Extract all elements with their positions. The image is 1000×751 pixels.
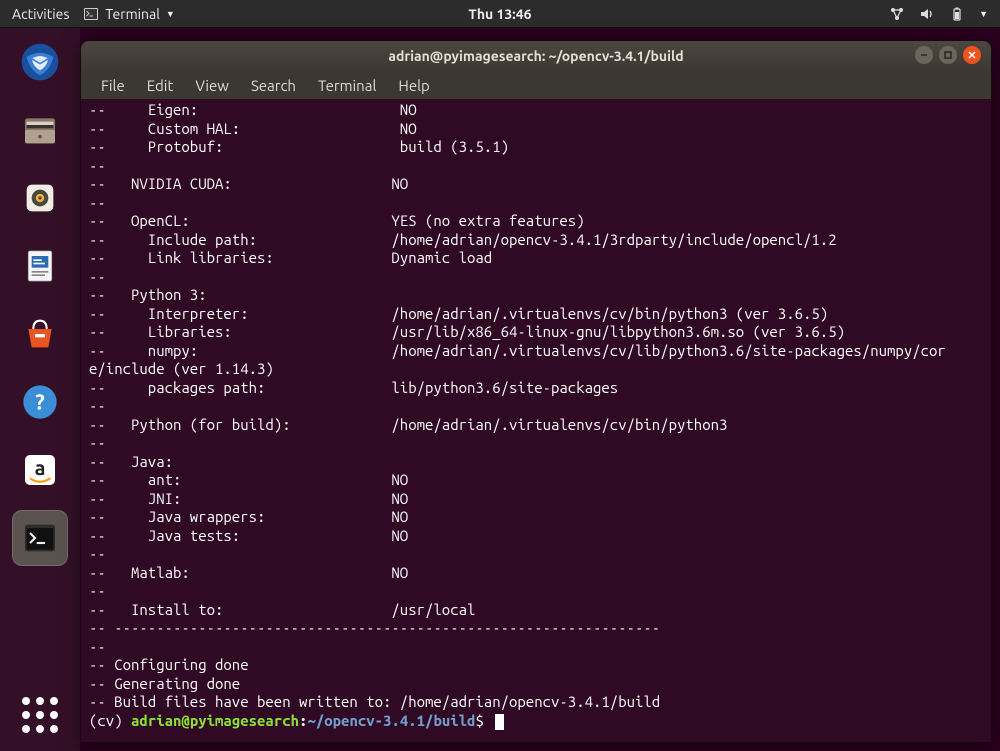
window-titlebar[interactable]: adrian@pyimagesearch: ~/opencv-3.4.1/bui… — [81, 41, 991, 71]
terminal-line: -- — [89, 157, 983, 176]
launcher-dock: ? a — [0, 28, 80, 751]
terminal-window: adrian@pyimagesearch: ~/opencv-3.4.1/bui… — [80, 40, 992, 743]
menu-file[interactable]: File — [93, 75, 133, 96]
terminal-line: -- — [89, 268, 983, 287]
window-title: adrian@pyimagesearch: ~/opencv-3.4.1/bui… — [388, 48, 683, 64]
files-launcher[interactable] — [12, 102, 68, 158]
terminal-output[interactable]: -- Eigen: NO-- Custom HAL: NO-- Protobuf… — [81, 99, 991, 742]
terminal-line: -- Java tests: NO — [89, 527, 983, 546]
terminal-line: -- — [89, 194, 983, 213]
menu-search[interactable]: Search — [243, 75, 304, 96]
terminal-line: -- Matlab: NO — [89, 564, 983, 583]
cursor-icon — [495, 714, 504, 730]
terminal-line: -- Include path: /home/adrian/opencv-3.4… — [89, 231, 983, 250]
prompt-user: adrian@pyimagesearch — [131, 712, 299, 729]
terminal-launcher[interactable] — [12, 510, 68, 566]
maximize-button[interactable] — [939, 46, 957, 64]
terminal-line: -- numpy: /home/adrian/.virtualenvs/cv/l… — [89, 342, 983, 361]
prompt-dollar: $ — [475, 712, 492, 729]
minimize-button[interactable] — [915, 46, 933, 64]
terminal-line: -- — [89, 434, 983, 453]
terminal-line: -- JNI: NO — [89, 490, 983, 509]
prompt-line: (cv) adrian@pyimagesearch:~/opencv-3.4.1… — [89, 712, 983, 731]
terminal-line: -- — [89, 545, 983, 564]
menu-edit[interactable]: Edit — [139, 75, 182, 96]
terminal-line: -- Libraries: /usr/lib/x86_64-linux-gnu/… — [89, 323, 983, 342]
terminal-line: -- Python 3: — [89, 286, 983, 305]
terminal-line: -- Eigen: NO — [89, 101, 983, 120]
system-menu-chevron-icon[interactable]: ▼ — [979, 9, 988, 19]
activities-button[interactable]: Activities — [12, 6, 69, 22]
terminal-line: -- OpenCL: YES (no extra features) — [89, 212, 983, 231]
network-icon[interactable] — [889, 6, 905, 22]
libreoffice-writer-launcher[interactable] — [12, 238, 68, 294]
software-center-launcher[interactable] — [12, 306, 68, 362]
terminal-line: -- -------------------------------------… — [89, 619, 983, 638]
terminal-line: -- Interpreter: /home/adrian/.virtualenv… — [89, 305, 983, 324]
terminal-line: -- Generating done — [89, 675, 983, 694]
chevron-down-icon: ▼ — [166, 9, 175, 19]
terminal-small-icon — [83, 6, 99, 22]
terminal-line: -- Custom HAL: NO — [89, 120, 983, 139]
close-button[interactable] — [963, 46, 981, 64]
svg-text:?: ? — [35, 391, 45, 415]
thunderbird-launcher[interactable] — [12, 34, 68, 90]
menu-terminal[interactable]: Terminal — [310, 75, 384, 96]
prompt-path: ~/opencv-3.4.1/build — [307, 712, 475, 729]
apps-grid-icon — [22, 697, 58, 733]
menubar: File Edit View Search Terminal Help — [81, 71, 991, 99]
help-launcher[interactable]: ? — [12, 374, 68, 430]
terminal-line: -- Build files have been written to: /ho… — [89, 693, 983, 712]
top-panel: Activities Terminal ▼ Thu 13:46 ▼ — [0, 0, 1000, 28]
terminal-line: -- — [89, 397, 983, 416]
volume-icon[interactable] — [919, 6, 935, 22]
terminal-line: -- — [89, 582, 983, 601]
menu-view[interactable]: View — [187, 75, 237, 96]
prompt-env: (cv) — [89, 712, 131, 729]
rhythmbox-launcher[interactable] — [12, 170, 68, 226]
terminal-line: -- Install to: /usr/local — [89, 601, 983, 620]
terminal-line: -- Configuring done — [89, 656, 983, 675]
terminal-line: -- Link libraries: Dynamic load — [89, 249, 983, 268]
battery-icon[interactable] — [949, 6, 965, 22]
svg-text:a: a — [35, 456, 46, 479]
terminal-line: -- Java: — [89, 453, 983, 472]
terminal-line: -- Protobuf: build (3.5.1) — [89, 138, 983, 157]
terminal-line: -- packages path: lib/python3.6/site-pac… — [89, 379, 983, 398]
terminal-line: -- Python (for build): /home/adrian/.vir… — [89, 416, 983, 435]
amazon-launcher[interactable]: a — [12, 442, 68, 498]
show-applications[interactable] — [12, 687, 68, 743]
app-menu-button[interactable]: Terminal ▼ — [83, 6, 174, 22]
terminal-line: -- ant: NO — [89, 471, 983, 490]
menu-help[interactable]: Help — [390, 75, 437, 96]
terminal-line: e/include (ver 1.14.3) — [89, 360, 983, 379]
terminal-line: -- Java wrappers: NO — [89, 508, 983, 527]
terminal-line: -- NVIDIA CUDA: NO — [89, 175, 983, 194]
terminal-line: -- — [89, 638, 983, 657]
